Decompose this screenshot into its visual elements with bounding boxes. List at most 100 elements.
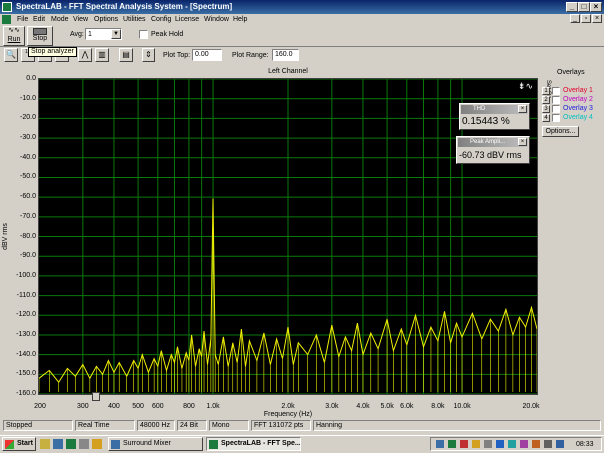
stop-button[interactable]: Stop	[27, 26, 53, 46]
menu-utilities[interactable]: Utilities	[123, 15, 146, 24]
avg-select[interactable]: 1 ▼	[85, 28, 122, 40]
child-restore-icon[interactable]: ▫	[581, 14, 591, 23]
status-rate: 48000 Hz	[137, 420, 175, 431]
plot-top-label: Plot Top:	[163, 52, 191, 59]
clock: 08:33	[576, 441, 594, 448]
x-tick-label: 6.0k	[400, 403, 414, 410]
plot-top-input[interactable]: 0.00	[192, 49, 222, 61]
close-icon[interactable]: ×	[590, 2, 602, 12]
y-tick-label: -70.0	[20, 212, 36, 220]
app-icon[interactable]	[2, 2, 12, 12]
y-tick-label: -110.0	[16, 291, 36, 299]
peak-marker-icon[interactable]: ⋀	[78, 48, 92, 62]
tray-icon-5[interactable]	[484, 440, 492, 448]
y-tick-label: -40.0	[20, 153, 36, 161]
cursor-mode-icon[interactable]: ⇟∿	[518, 81, 533, 92]
x-tick-label: 800	[183, 403, 195, 410]
peak-amplitude-window[interactable]: Peak Ampli... × -60.73 dBV rms	[456, 136, 530, 164]
zoom-icon[interactable]: 🔍	[4, 48, 18, 62]
child-close-icon[interactable]: ×	[592, 14, 602, 23]
run-wave-icon: ∿∿	[8, 27, 20, 34]
windows-logo-icon	[5, 440, 14, 449]
avg-label: Avg:	[70, 31, 84, 38]
x-tick-label: 2.0k	[281, 403, 295, 410]
tray-icon-6[interactable]	[496, 440, 504, 448]
y-tick-label: -140.0	[16, 350, 36, 358]
tray-icon-7[interactable]	[508, 440, 516, 448]
menu-file[interactable]: File	[17, 15, 28, 24]
menu-options[interactable]: Options	[94, 15, 118, 24]
overlay-set-3-button[interactable]: 3	[542, 105, 550, 113]
overlay-1-label: Overlay 1	[563, 87, 593, 94]
peak-value: -60.73 dBV rms	[459, 150, 522, 160]
chart-title: Left Channel	[268, 68, 308, 75]
x-tick-label: 400	[108, 403, 120, 410]
quick-launch-icon-2[interactable]	[53, 439, 63, 449]
maximize-icon[interactable]: □	[578, 2, 590, 12]
overlay-3-checkbox[interactable]	[552, 105, 560, 113]
minimize-icon[interactable]: _	[566, 2, 578, 12]
y-tick-label: -150.0	[16, 370, 36, 378]
stop-analyzer-tooltip: Stop analyzer	[28, 47, 77, 57]
overlay-set-4-button[interactable]: 4	[542, 114, 550, 122]
tray-icon-3[interactable]	[460, 440, 468, 448]
menu-window[interactable]: Window	[204, 15, 229, 24]
start-label: Start	[17, 440, 33, 447]
table-icon[interactable]: ▤	[119, 48, 133, 62]
spectralab-icon	[209, 440, 218, 449]
freq-slider-handle[interactable]	[92, 392, 100, 401]
overlay-set-2-button[interactable]: 2	[542, 96, 550, 104]
menu-mode[interactable]: Mode	[51, 15, 69, 24]
start-button[interactable]: Start	[2, 437, 36, 451]
plot-range-label: Plot Range:	[232, 52, 269, 59]
x-tick-label: 600	[151, 403, 164, 410]
y-tick-label: -80.0	[20, 232, 36, 240]
peak-hold-label: Peak Hold	[151, 31, 184, 38]
task-surround-mixer[interactable]: Surround Mixer	[108, 437, 203, 451]
title-bar[interactable]: SpectraLAB - FFT Spectral Analysis Syste…	[0, 0, 604, 14]
plot-range-input[interactable]: 160.0	[272, 49, 299, 61]
menu-help[interactable]: Help	[233, 15, 247, 24]
menu-license[interactable]: License	[175, 15, 199, 24]
overlays-title: Overlays	[557, 69, 585, 76]
status-mode: Real Time	[75, 420, 135, 431]
child-minimize-icon[interactable]: _	[570, 14, 580, 23]
quick-launch-icon-5[interactable]	[92, 439, 102, 449]
overlay-1-checkbox[interactable]	[552, 87, 560, 95]
peak-close-icon[interactable]: ×	[518, 138, 527, 146]
menu-config[interactable]: Config	[151, 15, 171, 24]
menu-view[interactable]: View	[73, 15, 88, 24]
chevron-down-icon[interactable]: ▼	[111, 29, 121, 39]
network-icon[interactable]	[556, 440, 564, 448]
y-tick-label: -120.0	[16, 311, 36, 319]
overlay-set-1-button[interactable]: 1	[542, 87, 550, 95]
thd-window[interactable]: THD × 0.15443 %	[459, 103, 530, 130]
y-tick-label: -100.0	[16, 271, 36, 279]
volume-icon[interactable]	[544, 440, 552, 448]
overlay-4-checkbox[interactable]	[552, 114, 560, 122]
stop-icon	[33, 28, 47, 35]
x-axis-label: Frequency (Hz)	[263, 411, 313, 418]
tray-icon-2[interactable]	[448, 440, 456, 448]
scale-icon[interactable]: ⇕	[142, 48, 155, 62]
quick-launch-icon-3[interactable]	[66, 439, 76, 449]
overlay-2-checkbox[interactable]	[552, 96, 560, 104]
menu-edit[interactable]: Edit	[33, 15, 45, 24]
run-button[interactable]: ∿∿ Run	[3, 26, 25, 46]
overlay-options-button[interactable]: Options...	[542, 126, 579, 137]
menu-bar: File Edit Mode View Options Utilities Co…	[0, 14, 604, 25]
thd-close-icon[interactable]: ×	[518, 105, 527, 113]
bars-icon[interactable]: ▥	[95, 48, 109, 62]
y-tick-label: -20.0	[20, 114, 36, 122]
tray-icon-1[interactable]	[436, 440, 444, 448]
tray-icon-4[interactable]	[472, 440, 480, 448]
quick-launch-icon-1[interactable]	[40, 439, 50, 449]
tray-icon-8[interactable]	[520, 440, 528, 448]
doc-icon[interactable]	[2, 15, 11, 24]
quick-launch-icon-4[interactable]	[79, 439, 89, 449]
stop-label: Stop	[32, 35, 48, 42]
peak-hold-checkbox[interactable]	[139, 30, 148, 39]
mixer-icon	[111, 440, 120, 449]
task-spectralab[interactable]: SpectraLAB - FFT Spe...	[206, 437, 301, 451]
tray-icon-9[interactable]	[532, 440, 540, 448]
